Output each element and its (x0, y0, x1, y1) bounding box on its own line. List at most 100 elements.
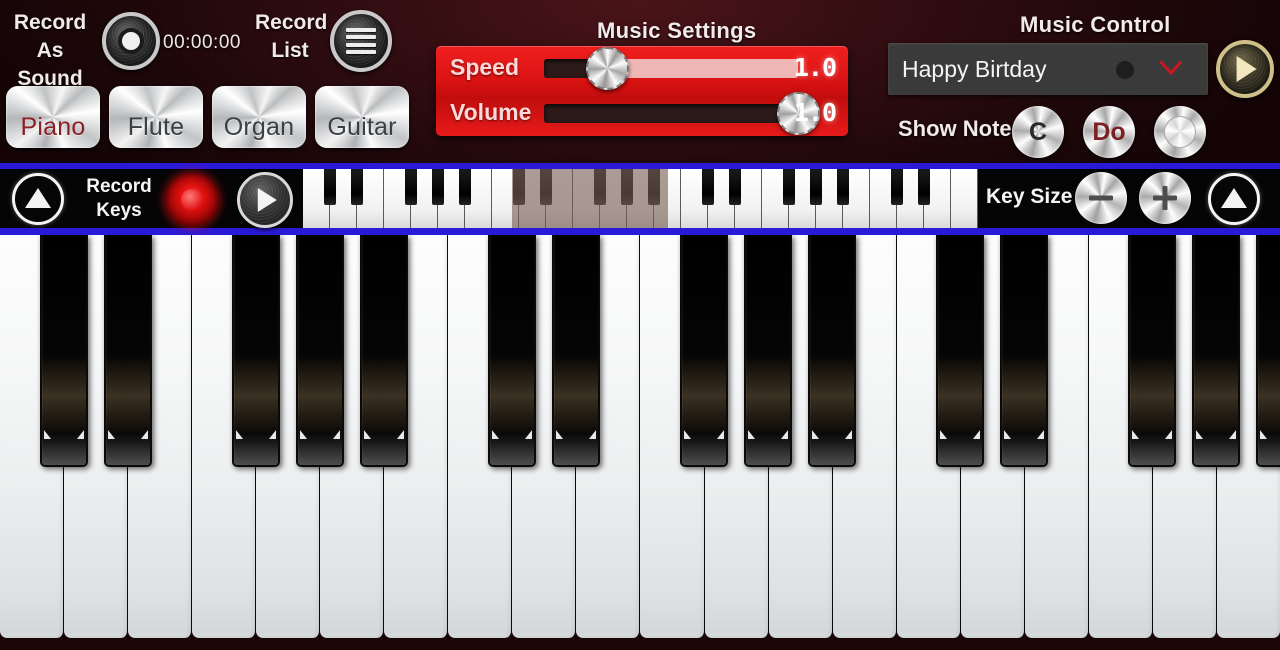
record-list-button[interactable] (330, 10, 392, 72)
blank-circle-icon (1164, 116, 1196, 148)
show-notes-button-off[interactable] (1154, 106, 1206, 158)
black-key-notch-left (364, 430, 371, 439)
show-notes-label: Show Notes (898, 116, 1024, 141)
black-key-gloss (1002, 435, 1046, 465)
mini-black-key[interactable] (540, 169, 552, 205)
speed-value: 1.0 (793, 53, 837, 82)
show-notes-label-do: Do (1092, 117, 1126, 146)
volume-slider-track[interactable] (544, 104, 798, 123)
mini-black-key[interactable] (729, 169, 741, 205)
black-key-notch-right (77, 430, 84, 439)
black-key-notch-right (525, 430, 532, 439)
piano-keyboard[interactable] (0, 235, 1280, 650)
music-play-button[interactable] (1216, 40, 1274, 98)
black-key-gloss (682, 435, 726, 465)
panel-toggle-right-button[interactable] (1208, 173, 1260, 225)
black-key[interactable] (488, 235, 536, 467)
show-notes-button-c[interactable]: C (1012, 106, 1064, 158)
record-keys-label: Record Keys (80, 175, 158, 223)
black-key[interactable] (680, 235, 728, 467)
black-key-notch-right (1229, 430, 1236, 439)
mini-black-key[interactable] (837, 169, 849, 205)
record-keys-button[interactable] (165, 173, 219, 227)
play-icon (257, 188, 277, 212)
black-key[interactable] (808, 235, 856, 467)
mini-black-key[interactable] (810, 169, 822, 205)
black-key-notch-left (812, 430, 819, 439)
black-key-gloss (42, 435, 86, 465)
black-key-notch-left (236, 430, 243, 439)
instrument-button-guitar[interactable]: Guitar (315, 86, 409, 148)
mini-keyboard-overview[interactable] (303, 169, 978, 228)
instrument-button-organ[interactable]: Organ (212, 86, 306, 148)
black-key[interactable] (1000, 235, 1048, 467)
mini-black-key[interactable] (513, 169, 525, 205)
black-key-notch-right (845, 430, 852, 439)
mini-black-key[interactable] (621, 169, 633, 205)
black-key[interactable] (936, 235, 984, 467)
black-key[interactable] (744, 235, 792, 467)
black-key-notch-right (589, 430, 596, 439)
song-dropdown[interactable]: Happy Birtday (888, 43, 1208, 95)
black-key-gloss (746, 435, 790, 465)
black-key[interactable] (1256, 235, 1280, 467)
black-key-gloss (234, 435, 278, 465)
mini-black-key[interactable] (918, 169, 930, 205)
speed-slider-track[interactable] (544, 59, 798, 78)
music-control-group: Music Control Happy Birtday Show Notes C… (880, 4, 1280, 159)
music-settings-panel: Speed 1.0 Volume 1.0 (436, 46, 848, 136)
black-key-notch-right (397, 430, 404, 439)
black-key[interactable] (1128, 235, 1176, 467)
black-key-notch-left (44, 430, 51, 439)
black-key[interactable] (104, 235, 152, 467)
top-panel: Record As Sound 00:00:00 Record List Pia… (0, 0, 1280, 163)
mini-black-key[interactable] (648, 169, 660, 205)
show-notes-button-do[interactable]: Do (1083, 106, 1135, 158)
black-key-notch-left (300, 430, 307, 439)
mini-black-key[interactable] (594, 169, 606, 205)
mini-white-key[interactable] (951, 169, 978, 228)
black-key-gloss (1194, 435, 1238, 465)
mini-black-key[interactable] (702, 169, 714, 205)
black-key-gloss (938, 435, 982, 465)
record-list-label-line2: List (271, 39, 309, 62)
mini-black-key[interactable] (891, 169, 903, 205)
speed-slider-knob[interactable] (586, 47, 629, 90)
record-list-group: Record List (255, 4, 405, 84)
black-keys-row (0, 235, 1280, 469)
black-key[interactable] (232, 235, 280, 467)
black-key-gloss (106, 435, 150, 465)
black-key-gloss (1130, 435, 1174, 465)
panel-toggle-left-button[interactable] (12, 173, 64, 225)
instrument-button-flute[interactable]: Flute (109, 86, 203, 148)
piano-app: Record As Sound 00:00:00 Record List Pia… (0, 0, 1280, 650)
mini-black-key[interactable] (459, 169, 471, 205)
key-size-decrease-button[interactable] (1075, 172, 1127, 224)
black-key-notch-left (940, 430, 947, 439)
black-key[interactable] (360, 235, 408, 467)
mini-black-key[interactable] (324, 169, 336, 205)
black-key-gloss (554, 435, 598, 465)
instrument-button-piano[interactable]: Piano (6, 86, 100, 148)
mini-black-key[interactable] (351, 169, 363, 205)
key-size-increase-button[interactable] (1139, 172, 1191, 224)
black-key[interactable] (40, 235, 88, 467)
show-notes-label-c: C (1028, 117, 1048, 146)
black-key-notch-left (492, 430, 499, 439)
black-key-notch-right (1037, 430, 1044, 439)
record-as-sound-button[interactable] (102, 12, 160, 70)
minus-icon (1089, 195, 1113, 201)
black-key[interactable] (552, 235, 600, 467)
play-keys-button[interactable] (237, 172, 293, 228)
volume-value: 1.0 (793, 98, 837, 127)
black-key[interactable] (1192, 235, 1240, 467)
volume-slider-row: Volume 1.0 (436, 91, 848, 136)
volume-label: Volume (450, 99, 532, 125)
mini-black-key[interactable] (405, 169, 417, 205)
dropdown-dot-icon (1116, 61, 1134, 79)
mini-black-key[interactable] (783, 169, 795, 205)
chevron-down-icon[interactable] (1160, 61, 1182, 75)
speed-label: Speed (450, 54, 520, 80)
black-key[interactable] (296, 235, 344, 467)
mini-black-key[interactable] (432, 169, 444, 205)
